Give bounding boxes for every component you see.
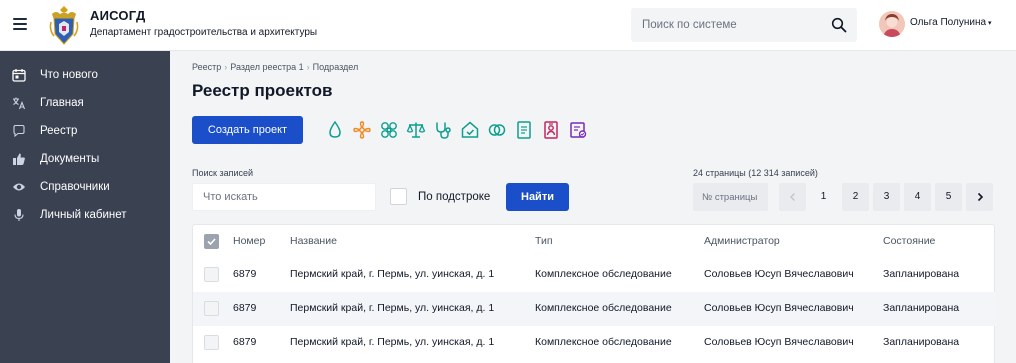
- find-button[interactable]: Найти: [506, 183, 569, 211]
- breadcrumb-separator: ›: [224, 62, 228, 72]
- user-name: Ольга Полунина: [910, 17, 987, 28]
- translate-icon: [13, 97, 26, 110]
- calendar-icon: [12, 69, 26, 82]
- rings-icon[interactable]: [487, 120, 507, 140]
- column-header-number[interactable]: Номер: [233, 235, 265, 247]
- chevron-down-icon: ▾: [988, 20, 992, 27]
- cell-number: 6879: [233, 302, 257, 314]
- chat-bubble-icon: [13, 124, 25, 138]
- main-content: Реестр › Раздел реестра 1 › Подраздел Реестр…: [170, 51, 1016, 363]
- page-title: Реестр проектов: [192, 81, 333, 100]
- cell-name: Пермский край, г. Пермь, ул. уинская, д.…: [290, 268, 495, 280]
- app-subtitle: Департамент градостроительства и архитек…: [90, 27, 318, 38]
- cell-state: Запланирована: [883, 336, 960, 348]
- microphone-icon: [14, 209, 24, 221]
- sidebar-item-directories[interactable]: Справочники: [0, 174, 170, 202]
- column-header-name[interactable]: Название: [290, 235, 337, 247]
- biohazard-icon[interactable]: [379, 120, 399, 140]
- breadcrumb-separator: ›: [306, 62, 310, 72]
- eye-icon: [13, 183, 25, 191]
- cell-name: Пермский край, г. Пермь, ул. уинская, д.…: [290, 336, 495, 348]
- substring-label: По подстроке: [418, 191, 491, 203]
- menu-icon[interactable]: [13, 18, 27, 30]
- sidebar-item-registry[interactable]: Реестр: [0, 118, 170, 146]
- user-menu[interactable]: Ольга Полунина ▾: [910, 17, 992, 28]
- sidebar-item-label: Главная: [40, 97, 84, 109]
- create-project-button[interactable]: Создать проект: [192, 116, 303, 144]
- next-page-button[interactable]: [966, 183, 993, 211]
- sidebar-item-label: Документы: [40, 153, 100, 165]
- cell-type: Комплексное обследование: [535, 268, 672, 280]
- breadcrumb: Реестр › Раздел реестра 1 › Подраздел: [192, 62, 358, 72]
- drop-icon[interactable]: [325, 120, 345, 140]
- cell-admin: Соловьев Юсуп Вячеславович: [704, 268, 854, 280]
- row-checkbox[interactable]: [204, 267, 219, 282]
- top-header: АИСОГД Департамент градостроительства и …: [0, 0, 1016, 51]
- breadcrumb-link[interactable]: Раздел реестра 1: [230, 62, 303, 72]
- cell-name: Пермский край, г. Пермь, ул. уинская, д.…: [290, 302, 495, 314]
- search-records-label: Поиск записей: [192, 168, 254, 178]
- row-checkbox[interactable]: [204, 301, 219, 316]
- substring-checkbox[interactable]: [390, 188, 407, 205]
- pagination-info: 24 страницы (12 314 записей): [693, 168, 818, 178]
- cell-type: Комплексное обследование: [535, 302, 672, 314]
- cell-type: Комплексное обследование: [535, 336, 672, 348]
- sidebar-item-home[interactable]: Главная: [0, 90, 170, 118]
- coat-of-arms-logo: [49, 6, 79, 45]
- home-icon[interactable]: [460, 120, 480, 140]
- flower-icon[interactable]: [352, 120, 372, 140]
- search-records-input[interactable]: [192, 183, 376, 211]
- chevron-right-icon: [977, 192, 983, 202]
- global-search-input[interactable]: [631, 8, 821, 42]
- sidebar: Что нового Главная Реестр Документы Спра…: [0, 51, 170, 363]
- column-header-admin[interactable]: Администратор: [704, 235, 780, 247]
- table-row[interactable]: 6879 Пермский край, г. Пермь, ул. уинска…: [193, 326, 996, 360]
- check-icon: [207, 238, 216, 246]
- page-button[interactable]: 3: [873, 183, 900, 211]
- stethoscope-icon[interactable]: [433, 120, 453, 140]
- sidebar-item-label: Что нового: [40, 69, 98, 81]
- page-number-input[interactable]: [693, 183, 768, 211]
- breadcrumb-link[interactable]: Реестр: [192, 62, 221, 72]
- thumbs-up-icon: [13, 153, 25, 165]
- document-icon[interactable]: [514, 120, 534, 140]
- id-card-icon[interactable]: [541, 120, 561, 140]
- page-button[interactable]: 4: [904, 183, 931, 211]
- row-checkbox[interactable]: [204, 335, 219, 350]
- table-header: Номер Название Тип Администратор Состоян…: [193, 225, 996, 258]
- cell-number: 6879: [233, 336, 257, 348]
- column-header-state[interactable]: Состояние: [883, 235, 935, 247]
- table-row[interactable]: 6879 Пермский край, г. Пермь, ул. уинска…: [193, 292, 996, 326]
- avatar[interactable]: [879, 11, 905, 37]
- page-button[interactable]: 2: [842, 183, 869, 211]
- prev-page-button[interactable]: [779, 183, 806, 211]
- cell-admin: Соловьев Юсуп Вячеславович: [704, 336, 854, 348]
- breadcrumb-current: Подраздел: [312, 62, 359, 72]
- projects-table: Номер Название Тип Администратор Состоян…: [192, 224, 996, 363]
- cell-state: Запланирована: [883, 302, 960, 314]
- sidebar-item-news[interactable]: Что нового: [0, 62, 170, 90]
- column-header-type[interactable]: Тип: [535, 235, 553, 247]
- cell-state: Запланирована: [883, 268, 960, 280]
- global-search: [631, 8, 857, 42]
- chevron-left-icon: [789, 192, 795, 202]
- page-button[interactable]: 5: [935, 183, 962, 211]
- scales-icon[interactable]: [406, 120, 426, 140]
- app-title: АИСОГД: [90, 8, 146, 23]
- sidebar-item-label: Личный кабинет: [40, 209, 127, 221]
- cell-admin: Соловьев Юсуп Вячеславович: [704, 302, 854, 314]
- search-icon[interactable]: [831, 17, 847, 33]
- sidebar-item-documents[interactable]: Документы: [0, 146, 170, 174]
- sidebar-item-label: Справочники: [40, 181, 110, 193]
- contract-icon[interactable]: [568, 120, 588, 140]
- page-button[interactable]: 1: [810, 183, 837, 211]
- cell-number: 6879: [233, 268, 257, 280]
- sidebar-item-label: Реестр: [40, 125, 78, 137]
- sidebar-item-account[interactable]: Личный кабинет: [0, 202, 170, 230]
- table-row[interactable]: 6879 Пермский край, г. Пермь, ул. уинска…: [193, 258, 996, 292]
- select-all-checkbox[interactable]: [204, 234, 219, 249]
